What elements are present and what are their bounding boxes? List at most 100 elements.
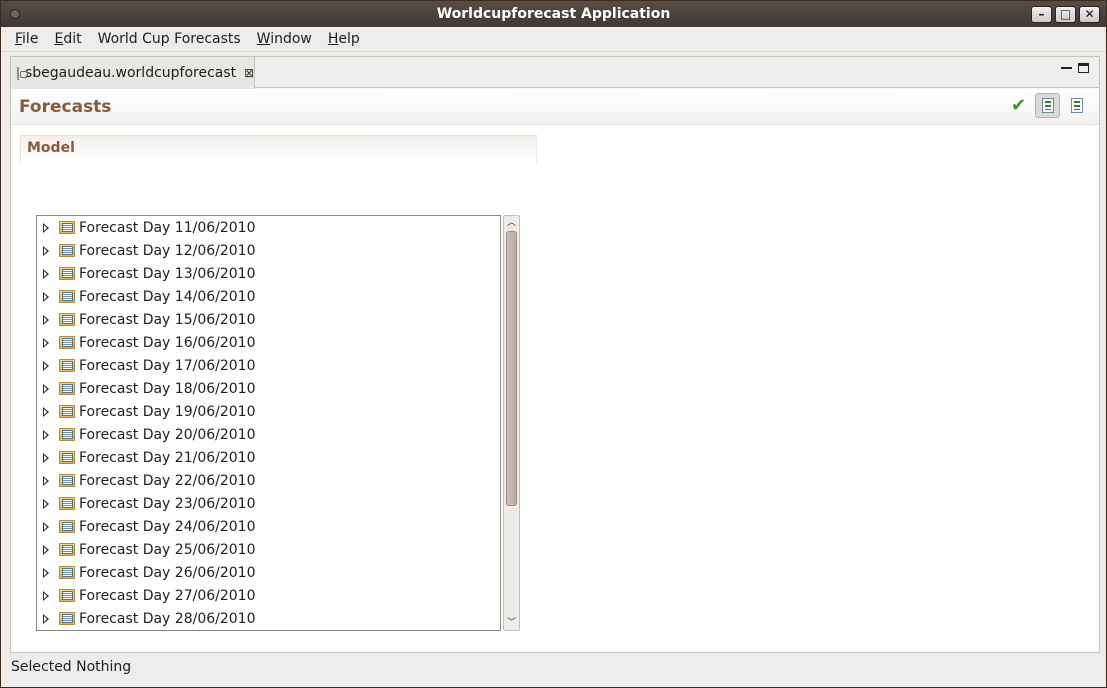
tree-item[interactable]: Forecast Day 22/06/2010 [37,469,500,492]
tree-item[interactable]: Forecast Day 11/06/2010 [37,216,500,239]
expand-arrow-icon[interactable] [43,314,49,325]
form-title: Forecasts [19,97,112,117]
forecast-day-icon [59,497,75,510]
tree-item[interactable]: Forecast Day 17/06/2010 [37,354,500,377]
expand-arrow-icon[interactable] [43,406,49,417]
expand-arrow-icon[interactable] [43,544,49,555]
scroll-down-icon[interactable]: ﹀ [504,616,519,630]
menu-window[interactable]: Window [249,27,320,52]
forecast-day-icon [59,451,75,464]
list-view-icon [1070,98,1083,113]
expand-arrow-icon[interactable] [43,521,49,532]
minimize-icon[interactable]: – [1031,6,1052,23]
tree-item[interactable]: Forecast Day 12/06/2010 [37,239,500,262]
tree-item-label: Forecast Day 21/06/2010 [79,449,256,466]
application-window: Worldcupforecast Application – □ ✕ File … [0,0,1107,688]
menu-file[interactable]: File [7,27,46,52]
tree-item[interactable]: Forecast Day 20/06/2010 [37,423,500,446]
expand-arrow-icon[interactable] [43,475,49,486]
tree-item-label: Forecast Day 16/06/2010 [79,334,256,351]
tree-item-label: Forecast Day 19/06/2010 [79,403,256,420]
expand-arrow-icon[interactable] [43,222,49,233]
status-text: Selected Nothing [11,659,132,675]
tree-item-label: Forecast Day 28/06/2010 [79,610,256,627]
expand-arrow-icon[interactable] [43,498,49,509]
tree-item[interactable]: Forecast Day 26/06/2010 [37,561,500,584]
expand-arrow-icon[interactable] [43,291,49,302]
tree-item-label: Forecast Day 13/06/2010 [79,265,256,282]
validate-button[interactable]: ✔ [1006,93,1031,118]
tree-item[interactable]: Forecast Day 13/06/2010 [37,262,500,285]
minimize-view-icon[interactable] [1061,63,1072,69]
expand-arrow-icon[interactable] [43,383,49,394]
forecast-day-icon [59,336,75,349]
window-menu-icon[interactable] [10,9,20,19]
forecast-day-icon [59,359,75,372]
window-controls: – □ ✕ [1031,6,1100,23]
menu-edit-mnemonic: E [54,30,64,47]
tree-item[interactable]: Forecast Day 14/06/2010 [37,285,500,308]
forecast-day-icon [59,244,75,257]
menu-help[interactable]: Help [320,27,368,52]
tree-item[interactable]: Forecast Day 21/06/2010 [37,446,500,469]
forecast-day-icon [59,221,75,234]
tree-item[interactable]: Forecast Day 15/06/2010 [37,308,500,331]
expand-arrow-icon[interactable] [43,429,49,440]
maximize-icon[interactable]: □ [1055,6,1076,23]
scroll-up-icon[interactable]: ︿ [504,216,519,230]
status-bar: Selected Nothing [1,655,1106,679]
title-bar[interactable]: Worldcupforecast Application – □ ✕ [1,1,1106,27]
expand-arrow-icon[interactable] [43,245,49,256]
forecast-day-icon [59,566,75,579]
forecast-day-icon [59,267,75,280]
model-file-icon [17,66,28,80]
tree-item-label: Forecast Day 17/06/2010 [79,357,256,374]
tree-item[interactable]: Forecast Day 28/06/2010 [37,607,500,630]
view-controls [1061,63,1089,73]
forecast-day-icon [59,313,75,326]
menu-help-mnemonic: H [327,30,339,47]
tree-item[interactable]: Forecast Day 16/06/2010 [37,331,500,354]
expand-arrow-icon[interactable] [43,337,49,348]
menu-edit[interactable]: Edit [46,27,89,52]
forecast-day-icon [59,543,75,556]
menu-world-cup-forecasts[interactable]: World Cup Forecasts [90,27,249,52]
editor-tab[interactable]: sbegaudeau.worldcupforecast ⊠ [11,57,255,89]
forecast-day-icon [59,428,75,441]
tree-item-label: Forecast Day 20/06/2010 [79,426,256,443]
forecast-day-icon [59,382,75,395]
menu-window-mnemonic: W [256,30,271,47]
tree-item[interactable]: Forecast Day 24/06/2010 [37,515,500,538]
expand-arrow-icon[interactable] [43,590,49,601]
forecast-day-icon [59,612,75,625]
tree-item-label: Forecast Day 15/06/2010 [79,311,256,328]
tree-item[interactable]: Forecast Day 23/06/2010 [37,492,500,515]
model-tree[interactable]: Forecast Day 11/06/2010 Forecast Day 12/0… [36,215,501,631]
close-icon[interactable]: ✕ [1079,6,1100,23]
tree-item-label: Forecast Day 26/06/2010 [79,564,256,581]
maximize-view-icon[interactable] [1078,63,1089,73]
tab-close-icon[interactable]: ⊠ [244,66,254,80]
tree-view-button[interactable] [1035,93,1060,118]
forecast-day-icon [59,589,75,602]
expand-arrow-icon[interactable] [43,567,49,578]
expand-arrow-icon[interactable] [43,268,49,279]
tree-item-label: Forecast Day 23/06/2010 [79,495,256,512]
expand-arrow-icon[interactable] [43,613,49,624]
tree-item[interactable]: Forecast Day 25/06/2010 [37,538,500,561]
tree-scrollbar[interactable]: ︿ ﹀ [503,215,520,631]
expand-arrow-icon[interactable] [43,360,49,371]
forecast-day-icon [59,290,75,303]
tree-item[interactable]: Forecast Day 27/06/2010 [37,584,500,607]
scroll-thumb[interactable] [506,231,517,506]
forecasts-form: Forecasts ✔ Model Forecast Day 11/06/201… [11,89,1099,652]
menu-bar: File Edit World Cup Forecasts Window Hel… [1,27,1106,52]
validate-check-icon: ✔ [1010,94,1027,116]
forecast-day-icon [59,405,75,418]
tree-item-label: Forecast Day 25/06/2010 [79,541,256,558]
model-section-header[interactable]: Model [20,135,537,163]
tree-item[interactable]: Forecast Day 19/06/2010 [37,400,500,423]
expand-arrow-icon[interactable] [43,452,49,463]
list-view-button[interactable] [1064,93,1089,118]
tree-item[interactable]: Forecast Day 18/06/2010 [37,377,500,400]
